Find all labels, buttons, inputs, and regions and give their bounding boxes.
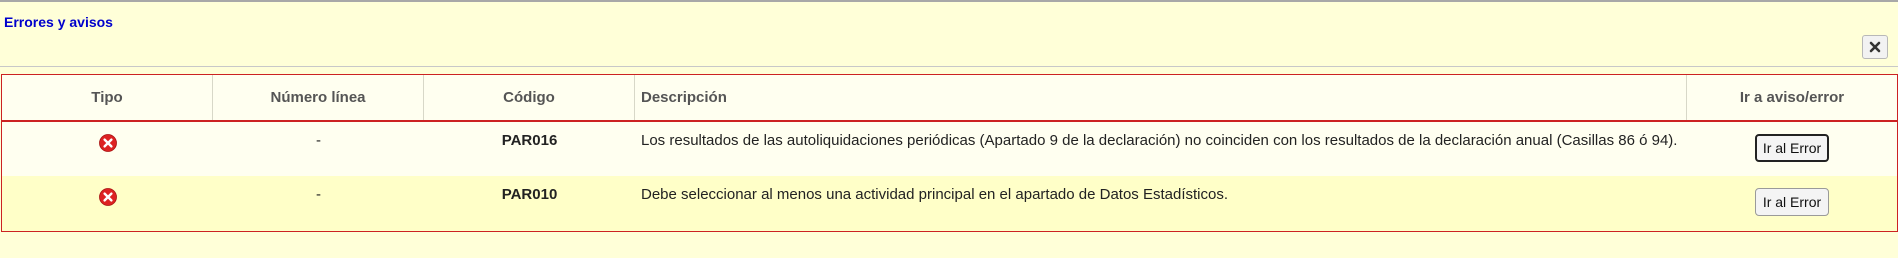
panel-title: Errores y avisos [4, 14, 113, 30]
code-cell: PAR016 [501, 132, 558, 149]
type-cell [2, 122, 213, 176]
description-cell: Debe seleccionar al menos una actividad … [641, 186, 1229, 203]
column-header-codigo: Código [424, 75, 635, 120]
errors-panel: Errores y avisos Tipo Número línea Códig… [0, 0, 1898, 258]
errors-table: Tipo Número línea Código Descripción Ir … [1, 74, 1898, 232]
code-cell: PAR010 [501, 186, 558, 203]
close-x-icon [1869, 41, 1881, 53]
type-cell [2, 176, 213, 231]
go-to-error-button[interactable]: Ir al Error [1754, 188, 1830, 216]
description-cell: Los resultados de las autoliquidaciones … [641, 132, 1678, 149]
column-header-numero-linea: Número línea [213, 75, 424, 120]
table-header: Tipo Número línea Código Descripción Ir … [2, 75, 1897, 122]
action-cell: Ir al Error [1687, 122, 1897, 176]
close-button[interactable] [1862, 35, 1888, 59]
panel-divider [0, 66, 1898, 67]
go-to-error-button[interactable]: Ir al Error [1754, 134, 1830, 162]
table-row: - PAR010 Debe seleccionar al menos una a… [2, 176, 1897, 231]
column-header-descripcion: Descripción [635, 75, 1687, 120]
action-cell: Ir al Error [1687, 176, 1897, 231]
error-icon [98, 188, 117, 206]
table-row: - PAR016 Los resultados de las autoliqui… [2, 122, 1897, 176]
error-icon [98, 134, 117, 152]
line-number-cell: - [316, 186, 321, 203]
column-header-tipo: Tipo [2, 75, 213, 120]
column-header-ir-a-aviso-error: Ir a aviso/error [1739, 89, 1845, 106]
line-number-cell: - [316, 132, 321, 149]
